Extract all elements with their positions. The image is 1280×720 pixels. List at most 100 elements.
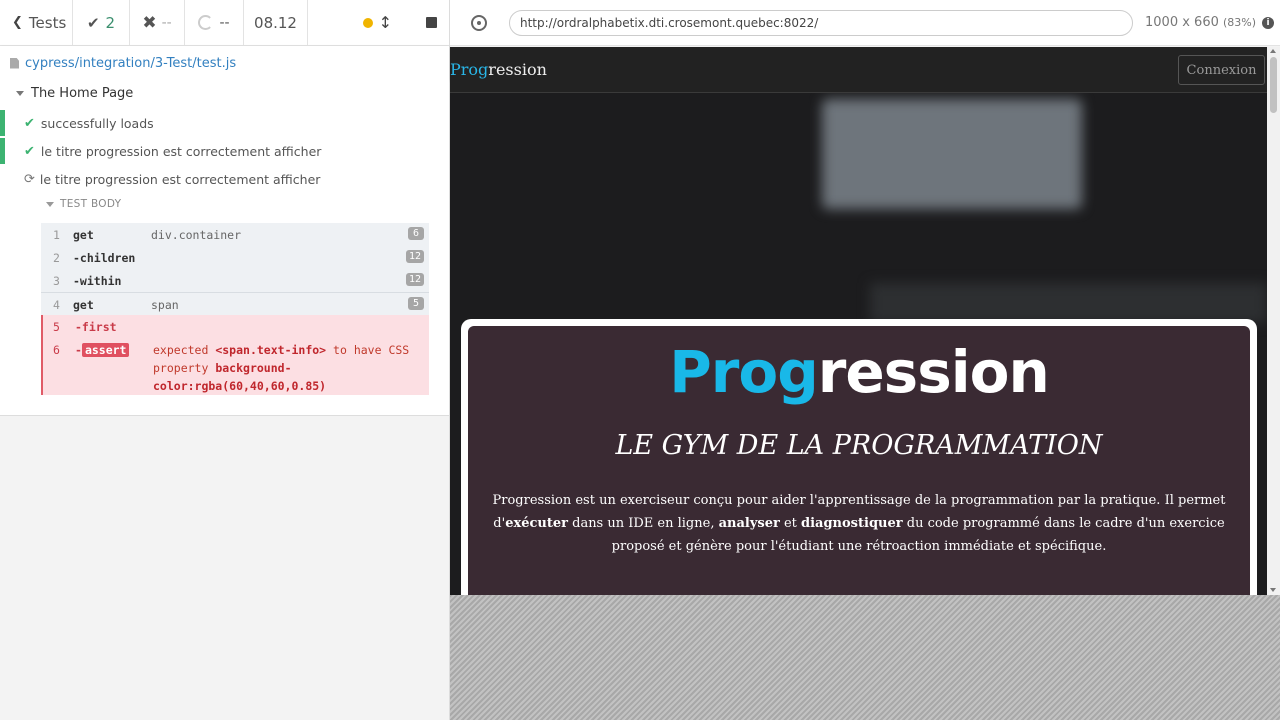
- command-row-assert-failed[interactable]: 6 - assert expected <span.text-info> to h…: [41, 338, 429, 395]
- scroll-thumb[interactable]: [1270, 57, 1277, 113]
- test-body-label: TEST BODY: [60, 198, 122, 210]
- stop-icon[interactable]: [426, 17, 437, 28]
- hero-text-bold: exécuter: [505, 516, 568, 531]
- runnables-list: The Home Page ✔ successfully loads ✔ le …: [0, 80, 449, 416]
- scroll-down-icon[interactable]: [1270, 588, 1276, 592]
- command-row[interactable]: 2 -children 12: [41, 246, 429, 269]
- scroll-up-icon[interactable]: [1270, 49, 1276, 53]
- app-under-test-frame: Progression Connexion Progression LE GYM…: [450, 47, 1280, 595]
- auto-scroll-toggle-icon[interactable]: ↕: [379, 13, 392, 32]
- command-name: -within: [73, 274, 122, 288]
- command-number: 1: [53, 228, 60, 242]
- failed-count: --: [161, 14, 172, 31]
- element-count-badge: 6: [408, 227, 424, 240]
- spec-path-bar: cypress/integration/3-Test/test.js: [0, 46, 449, 80]
- check-icon: ✔: [86, 13, 100, 32]
- command-row-failed[interactable]: 5 -first: [41, 315, 429, 338]
- test-item[interactable]: ✔ le titre progression est correctement …: [0, 138, 449, 164]
- command-row[interactable]: 1 get div.container 6: [41, 223, 429, 246]
- passed-bar: [0, 110, 5, 136]
- command-name: -first: [75, 320, 117, 334]
- suite-title[interactable]: The Home Page: [16, 86, 133, 101]
- duration-timer: 08.12: [244, 0, 308, 45]
- viewport-background: [450, 595, 1280, 720]
- hero-title-suffix: ression: [817, 338, 1050, 406]
- run-controls: ↕: [308, 0, 449, 45]
- cypress-runner: ❮ Tests ✔ 2 ✖ -- -- 08.12 ↕ cypress/inte…: [0, 0, 1280, 720]
- page-scrollbar[interactable]: [1267, 47, 1280, 595]
- msg-to-have: to have: [333, 343, 382, 357]
- element-count-badge: 5: [408, 297, 424, 310]
- command-number: 3: [53, 274, 60, 288]
- tests-label: Tests: [28, 13, 67, 32]
- command-dash: -: [75, 343, 82, 357]
- test-title: le titre progression est correctement af…: [39, 171, 321, 187]
- command-name: get: [73, 228, 94, 242]
- pending-ring-icon: [198, 15, 214, 30]
- passed-count: 2: [105, 13, 116, 32]
- element-count-badge: 12: [405, 273, 424, 286]
- command-name: -children: [73, 251, 136, 265]
- login-button[interactable]: Connexion: [1178, 55, 1265, 85]
- check-icon: ✔: [24, 143, 35, 159]
- brand-suffix: ression: [488, 60, 547, 79]
- assert-message: expected <span.text-info> to have CSS pr…: [153, 341, 429, 395]
- running-indicator-icon: [362, 17, 373, 28]
- msg-value: color:rgba(60,40,60,0.85): [153, 379, 327, 393]
- command-name: get: [73, 298, 94, 312]
- test-item[interactable]: ⟳ le titre progression est correctement …: [0, 166, 449, 192]
- brand-prefix: Prog: [450, 60, 489, 79]
- test-title: successfully loads: [40, 115, 154, 131]
- command-row[interactable]: 4 get span 5: [41, 292, 429, 315]
- pending-count: --: [219, 14, 230, 31]
- command-number: 4: [53, 298, 60, 312]
- info-icon[interactable]: i: [1262, 16, 1275, 29]
- msg-selector: <span.text-info>: [215, 343, 327, 357]
- blurred-panel: [822, 99, 1082, 209]
- hero-subtitle: LE GYM DE LA PROGRAMMATION: [615, 430, 1103, 461]
- hero-title-prefix: Prog: [669, 338, 818, 406]
- test-title: le titre progression est correctement af…: [40, 143, 322, 159]
- command-number: 6: [53, 343, 60, 357]
- failed-stat: ✖ --: [130, 0, 185, 45]
- tests-back-button[interactable]: ❮ Tests: [0, 0, 73, 45]
- viewport-info: 1000 x 660 (83%): [1145, 15, 1256, 30]
- hero-text-part: dans un IDE en ligne,: [567, 516, 719, 531]
- viewport-size: 1000 x 660: [1145, 15, 1219, 30]
- element-count-badge: 12: [405, 250, 424, 263]
- hero-text-bold: analyser: [718, 516, 780, 531]
- test-body-toggle[interactable]: TEST BODY: [46, 198, 121, 210]
- chevron-left-icon: ❮: [12, 15, 23, 30]
- passed-stat: ✔ 2: [73, 0, 130, 45]
- url-bar[interactable]: http://ordralphabetix.dti.crosemont.queb…: [509, 9, 1133, 36]
- file-icon: [10, 57, 19, 69]
- hero-inner: Progression LE GYM DE LA PROGRAMMATION P…: [468, 326, 1250, 595]
- cross-icon: ✖: [142, 12, 157, 33]
- brand-logo[interactable]: Progression: [450, 60, 547, 79]
- command-message: div.container: [151, 228, 242, 242]
- viewport-scale: (83%): [1223, 16, 1257, 29]
- status-bar: [0, 166, 5, 192]
- selector-playground-icon[interactable]: [471, 14, 487, 31]
- command-message: span: [151, 298, 179, 312]
- hero-title: Progression: [468, 338, 1250, 406]
- app-navbar: Progression Connexion: [450, 47, 1267, 93]
- refresh-icon: ⟳: [24, 171, 35, 187]
- msg-property: background-: [215, 361, 292, 375]
- command-log: 1 get div.container 6 2 -children 12 3 -…: [41, 223, 429, 395]
- aut-header: http://ordralphabetix.dti.crosemont.queb…: [450, 0, 1280, 46]
- hero-text-part: et: [779, 516, 802, 531]
- assert-tag: assert: [81, 343, 130, 357]
- command-name: - assert: [75, 343, 153, 357]
- command-number: 5: [53, 320, 60, 334]
- collapse-caret-icon: [46, 201, 54, 207]
- blurred-code-line: [870, 283, 1267, 323]
- hero-description: Progression est un exerciseur conçu pour…: [474, 489, 1244, 558]
- command-row[interactable]: 3 -within 12: [41, 269, 429, 292]
- test-item[interactable]: ✔ successfully loads: [0, 110, 449, 136]
- msg-expected: expected: [153, 343, 209, 357]
- check-icon: ✔: [24, 115, 35, 131]
- spec-path-link[interactable]: cypress/integration/3-Test/test.js: [25, 56, 236, 71]
- passed-bar: [0, 138, 5, 164]
- command-number: 2: [53, 251, 60, 265]
